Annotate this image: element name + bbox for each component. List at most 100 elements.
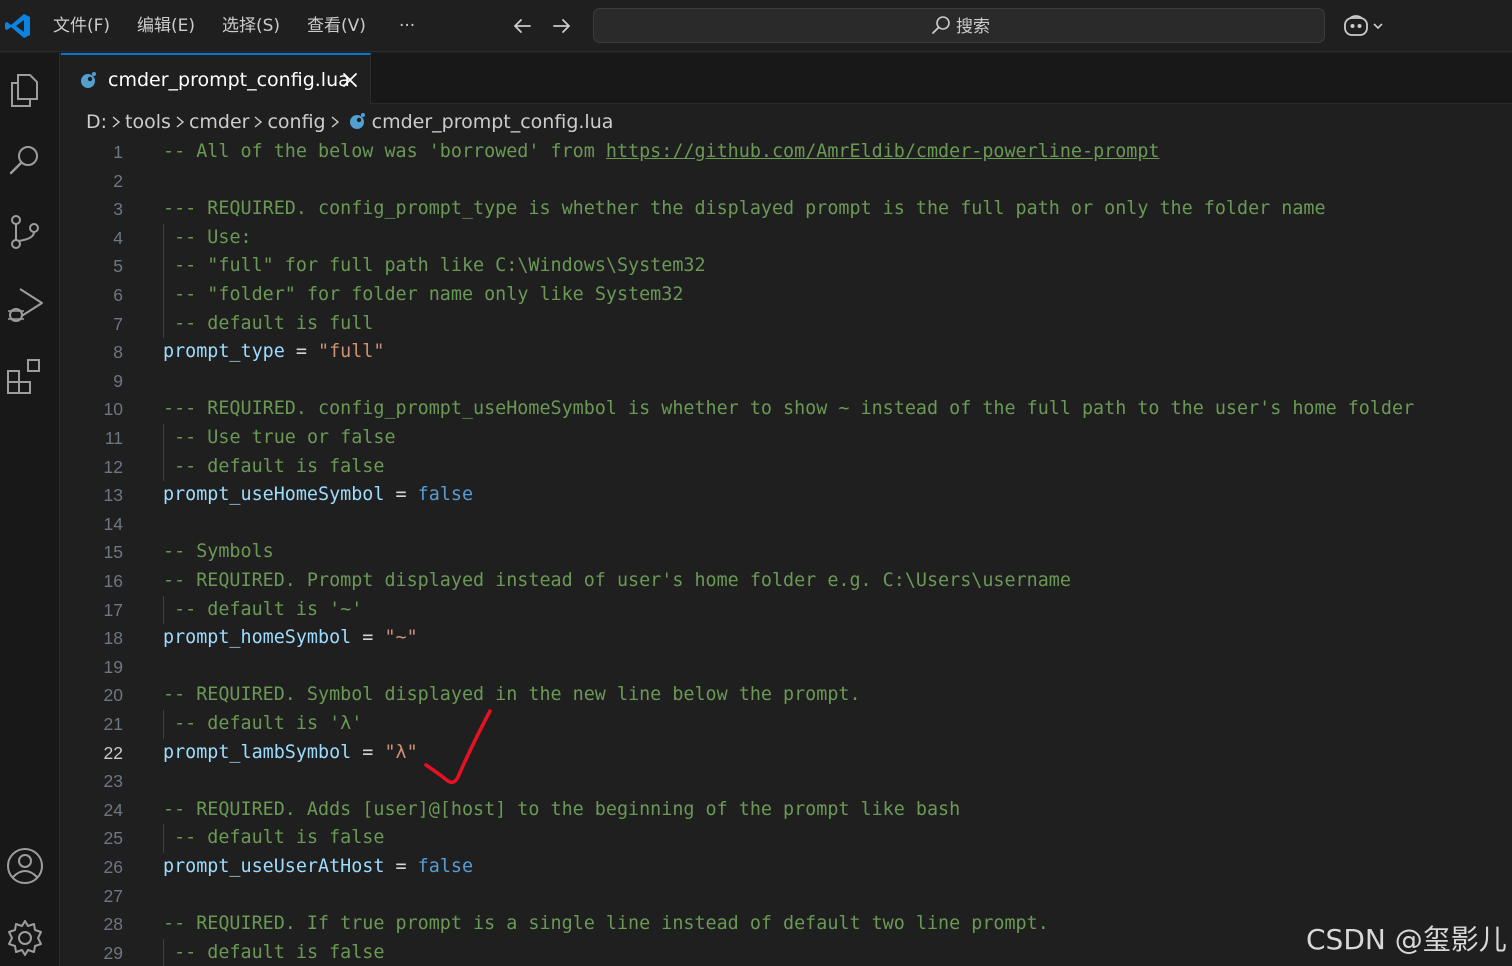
- indent-guide: [163, 824, 164, 853]
- close-icon[interactable]: [339, 69, 361, 91]
- editor-tab-bar: cmder_prompt_config.lua: [61, 53, 1512, 104]
- code-text: -- All of the below was 'borrowed' from …: [163, 141, 1160, 162]
- code-text: -- default is false: [174, 827, 385, 849]
- breadcrumb-item-tools[interactable]: tools: [125, 111, 171, 133]
- line-number[interactable]: 12: [61, 453, 123, 482]
- chevron-right-icon: [112, 116, 121, 128]
- code-line[interactable]: 23: [61, 767, 1512, 796]
- code-line[interactable]: 28 -- REQUIRED. If true prompt is a singl…: [61, 910, 1512, 939]
- search-icon[interactable]: [4, 139, 46, 181]
- code-text: -- default is '~': [174, 598, 363, 620]
- breadcrumb-item-drive[interactable]: D:: [86, 111, 107, 133]
- line-number[interactable]: 23: [61, 767, 123, 796]
- line-number[interactable]: 19: [61, 653, 123, 682]
- line-number[interactable]: 28: [61, 910, 123, 939]
- code-line[interactable]: 25 -- default is false: [61, 824, 1512, 853]
- code-line[interactable]: 12 -- default is false: [61, 452, 1512, 482]
- line-number[interactable]: 20: [61, 681, 123, 710]
- menu-edit[interactable]: 编辑(E): [137, 14, 195, 38]
- menu-file[interactable]: 文件(F): [53, 14, 110, 38]
- line-number[interactable]: 5: [61, 252, 123, 281]
- code-line[interactable]: 4 -- Use:: [61, 223, 1512, 253]
- code-line[interactable]: 13 prompt_useHomeSymbol = false: [61, 481, 1512, 510]
- code-line[interactable]: 20 -- REQUIRED. Symbol displayed in the n…: [61, 681, 1512, 710]
- extensions-icon[interactable]: [4, 355, 46, 397]
- breadcrumb-item-config[interactable]: config: [267, 111, 325, 133]
- line-number[interactable]: 25: [61, 824, 123, 853]
- code-line[interactable]: 27: [61, 882, 1512, 911]
- code-line[interactable]: 16 -- REQUIRED. Prompt displayed instead …: [61, 567, 1512, 596]
- code-line[interactable]: 26 prompt_useUserAtHost = false: [61, 853, 1512, 882]
- breadcrumb-item-file[interactable]: cmder_prompt_config.lua: [372, 111, 614, 133]
- menu-selection[interactable]: 选择(S): [222, 14, 280, 38]
- line-number[interactable]: 7: [61, 310, 123, 339]
- indent-guide: [163, 452, 164, 482]
- command-center-search[interactable]: 搜索: [593, 8, 1325, 43]
- line-number[interactable]: 4: [61, 224, 123, 253]
- code-text: -- default is 'λ': [174, 713, 363, 734]
- code-text: -- default is false: [174, 455, 385, 477]
- source-control-icon[interactable]: [4, 211, 46, 253]
- code-line[interactable]: 29 -- default is false: [61, 938, 1512, 966]
- code-line[interactable]: 11 -- Use true or false: [61, 424, 1512, 453]
- code-editor[interactable]: 1 -- All of the below was 'borrowed' from…: [61, 138, 1512, 966]
- line-number[interactable]: 26: [61, 853, 123, 882]
- line-number[interactable]: 1: [61, 138, 123, 167]
- run-debug-icon[interactable]: [4, 283, 46, 325]
- code-line[interactable]: 22 prompt_lambSymbol = "λ": [61, 739, 1512, 768]
- indent-guide: [163, 710, 164, 739]
- code-line[interactable]: 10 --- REQUIRED. config_prompt_useHomeSym…: [61, 395, 1512, 424]
- search-label: 搜索: [956, 17, 990, 37]
- line-number[interactable]: 2: [61, 167, 123, 196]
- breadcrumb-item-cmder[interactable]: cmder: [189, 111, 250, 133]
- code-text: prompt_lambSymbol = "λ": [163, 741, 418, 763]
- code-line[interactable]: 15 -- Symbols: [61, 538, 1512, 567]
- code-line[interactable]: 7 -- default is full: [61, 309, 1512, 339]
- code-line[interactable]: 17 -- default is '~': [61, 595, 1512, 625]
- line-number[interactable]: 17: [61, 596, 123, 625]
- line-number[interactable]: 27: [61, 882, 123, 911]
- code-line[interactable]: 21 -- default is 'λ': [61, 710, 1512, 739]
- line-number[interactable]: 24: [61, 796, 123, 825]
- line-number[interactable]: 11: [61, 424, 123, 453]
- code-line[interactable]: 8 prompt_type = "full": [61, 338, 1512, 367]
- line-number[interactable]: 8: [61, 338, 123, 367]
- accounts-icon[interactable]: [4, 845, 46, 887]
- code-line[interactable]: 6 -- "folder" for folder name only like …: [61, 281, 1512, 310]
- code-line[interactable]: 14: [61, 510, 1512, 539]
- explorer-icon[interactable]: [4, 69, 46, 111]
- line-number[interactable]: 13: [61, 481, 123, 510]
- settings-gear-icon[interactable]: [4, 917, 46, 959]
- code-line[interactable]: 5 -- "full" for full path like C:\Window…: [61, 252, 1512, 281]
- line-number[interactable]: 16: [61, 567, 123, 596]
- menu-more[interactable]: ···: [399, 14, 415, 38]
- line-number[interactable]: 6: [61, 281, 123, 310]
- line-number[interactable]: 14: [61, 510, 123, 539]
- line-number[interactable]: 3: [61, 195, 123, 224]
- line-number[interactable]: 21: [61, 710, 123, 739]
- breadcrumb: D: tools cmder config cmder_prompt_config.lu…: [86, 108, 613, 136]
- line-number[interactable]: 29: [61, 939, 123, 966]
- line-number[interactable]: 10: [61, 395, 123, 424]
- code-line[interactable]: 9: [61, 367, 1512, 396]
- line-number[interactable]: 9: [61, 367, 123, 396]
- code-text: -- default is false: [174, 941, 385, 963]
- indent-guide: [163, 595, 164, 625]
- code-line[interactable]: 2: [61, 167, 1512, 196]
- menu-view[interactable]: 查看(V): [307, 14, 366, 38]
- code-line[interactable]: 24 -- REQUIRED. Adds [user]@[host] to the…: [61, 796, 1512, 825]
- code-line[interactable]: 3 --- REQUIRED. config_prompt_type is whe…: [61, 195, 1512, 224]
- tab-cmder-prompt-config[interactable]: cmder_prompt_config.lua: [61, 53, 371, 104]
- arrow-right-icon[interactable]: [548, 12, 576, 40]
- copilot-icon[interactable]: [1342, 12, 1390, 40]
- activity-bar: [0, 53, 60, 966]
- indent-guide: [163, 424, 164, 453]
- line-number[interactable]: 22: [61, 739, 123, 768]
- code-line[interactable]: 18 prompt_homeSymbol = "~": [61, 624, 1512, 653]
- arrow-left-icon[interactable]: [508, 12, 536, 40]
- line-number[interactable]: 15: [61, 538, 123, 567]
- code-line[interactable]: 1 -- All of the below was 'borrowed' from…: [61, 138, 1512, 167]
- code-line[interactable]: 19: [61, 653, 1512, 682]
- code-text: -- REQUIRED. Symbol displayed in the new…: [163, 684, 861, 706]
- line-number[interactable]: 18: [61, 624, 123, 653]
